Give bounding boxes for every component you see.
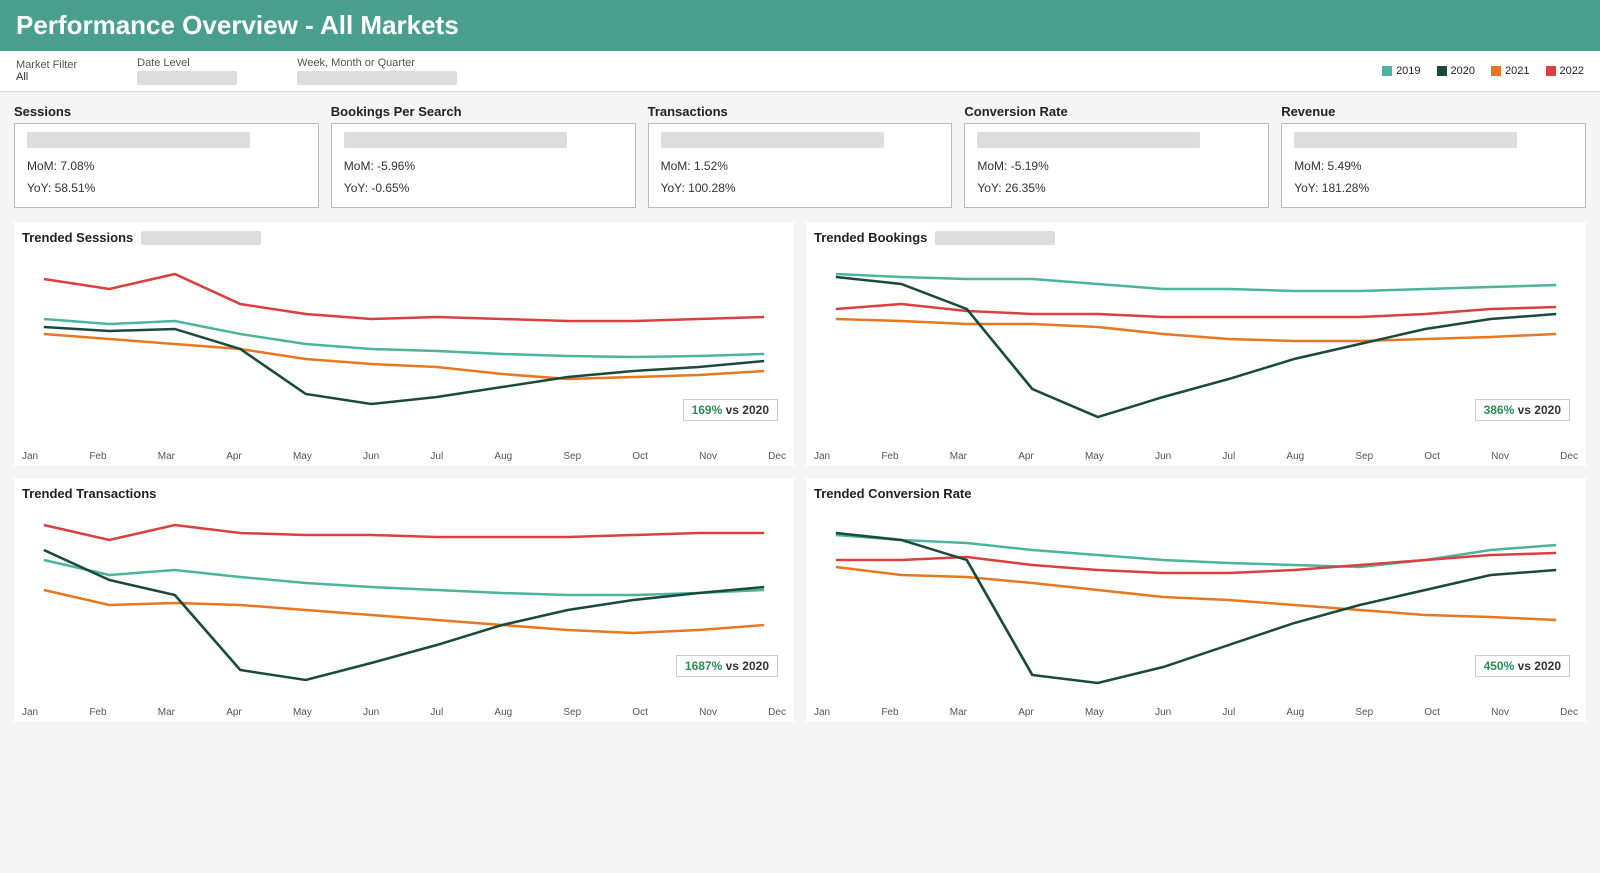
chart-trended-transactions: Trended Transactions 1687% vs 2020 JanFe… xyxy=(14,478,794,722)
kpi-transactions-yoy: YoY: 100.28% xyxy=(661,178,940,200)
chart-transactions-title: Trended Transactions xyxy=(22,486,786,501)
legend-label-2022: 2022 xyxy=(1560,65,1584,77)
kpi-sessions-mom: MoM: 7.08% xyxy=(27,156,306,178)
market-filter[interactable]: Market Filter All xyxy=(16,59,77,83)
kpi-transactions: Transactions MoM: 1.52% YoY: 100.28% xyxy=(648,104,953,208)
kpi-sessions: Sessions MoM: 7.08% YoY: 58.51% xyxy=(14,104,319,208)
legend-2019: 2019 xyxy=(1382,65,1420,77)
legend-2022: 2022 xyxy=(1546,65,1584,77)
chart-sessions-xaxis: JanFebMarAprMayJunJulAugSepOctNovDec xyxy=(22,449,786,462)
chart-sessions-badge-pct: 169% xyxy=(692,403,723,417)
chart-conversion-badge-pct: 450% xyxy=(1484,659,1515,673)
kpi-sessions-value-bar xyxy=(27,132,250,148)
chart-bookings-badge-text: vs 2020 xyxy=(1518,403,1561,417)
legend-label-2019: 2019 xyxy=(1396,65,1420,77)
chart-sessions-badge-text: vs 2020 xyxy=(726,403,769,417)
chart-sessions-badge: 169% vs 2020 xyxy=(683,399,778,421)
chart-bookings-badge-pct: 386% xyxy=(1484,403,1515,417)
chart-conversion-svg xyxy=(814,505,1578,705)
date-level-filter[interactable]: Date Level xyxy=(137,57,237,85)
kpi-revenue-title: Revenue xyxy=(1281,104,1586,119)
chart-bookings-svg xyxy=(814,249,1578,449)
legend-2021: 2021 xyxy=(1491,65,1529,77)
chart-transactions-svg xyxy=(22,505,786,705)
kpi-conversion-rate: Conversion Rate MoM: -5.19% YoY: 26.35% xyxy=(964,104,1269,208)
chart-conversion-container: 450% vs 2020 xyxy=(814,505,1578,705)
legend-dot-2020 xyxy=(1437,66,1447,76)
chart-sessions-title-bar xyxy=(141,231,261,245)
chart-bookings-title: Trended Bookings xyxy=(814,230,1578,245)
page-title: Performance Overview - All Markets xyxy=(16,10,1584,41)
chart-sessions-container: 169% vs 2020 xyxy=(22,249,786,449)
chart-trended-bookings: Trended Bookings 386% vs 2020 JanFebMarA… xyxy=(806,222,1586,466)
legend-dot-2021 xyxy=(1491,66,1501,76)
chart-conversion-title: Trended Conversion Rate xyxy=(814,486,1578,501)
kpi-conversion-value-bar xyxy=(977,132,1200,148)
charts-area: Trended Sessions 169% vs 2020 JanFebMarA… xyxy=(0,216,1600,728)
market-filter-label: Market Filter xyxy=(16,59,77,71)
date-level-slicer[interactable] xyxy=(137,71,237,85)
chart-conversion-badge: 450% vs 2020 xyxy=(1475,655,1570,677)
chart-transactions-badge: 1687% vs 2020 xyxy=(676,655,778,677)
chart-conversion-xaxis: JanFebMarAprMayJunJulAugSepOctNovDec xyxy=(814,705,1578,718)
chart-conversion-badge-text: vs 2020 xyxy=(1518,659,1561,673)
kpi-sessions-yoy: YoY: 58.51% xyxy=(27,178,306,200)
market-filter-value: All xyxy=(16,71,77,83)
kpi-bookings-per-search-box: MoM: -5.96% YoY: -0.65% xyxy=(331,123,636,208)
kpi-conversion-mom: MoM: -5.19% xyxy=(977,156,1256,178)
chart-transactions-badge-text: vs 2020 xyxy=(726,659,769,673)
filters-bar: Market Filter All Date Level Week, Month… xyxy=(0,51,1600,92)
chart-bookings-title-bar xyxy=(935,231,1055,245)
page-header: Performance Overview - All Markets xyxy=(0,0,1600,51)
legend-dot-2019 xyxy=(1382,66,1392,76)
chart-trended-conversion: Trended Conversion Rate 450% vs 2020 Jan… xyxy=(806,478,1586,722)
chart-transactions-container: 1687% vs 2020 xyxy=(22,505,786,705)
kpi-revenue-box: MoM: 5.49% YoY: 181.28% xyxy=(1281,123,1586,208)
week-month-slicer[interactable] xyxy=(297,71,457,85)
chart-sessions-svg xyxy=(22,249,786,449)
kpi-bookings-value-bar xyxy=(344,132,567,148)
chart-transactions-badge-pct: 1687% xyxy=(685,659,722,673)
legend-dot-2022 xyxy=(1546,66,1556,76)
kpi-transactions-value-bar xyxy=(661,132,884,148)
kpi-bookings-per-search-title: Bookings Per Search xyxy=(331,104,636,119)
kpi-revenue: Revenue MoM: 5.49% YoY: 181.28% xyxy=(1281,104,1586,208)
kpi-transactions-box: MoM: 1.52% YoY: 100.28% xyxy=(648,123,953,208)
chart-transactions-xaxis: JanFebMarAprMayJunJulAugSepOctNovDec xyxy=(22,705,786,718)
week-month-label: Week, Month or Quarter xyxy=(297,57,457,69)
chart-bookings-container: 386% vs 2020 xyxy=(814,249,1578,449)
chart-bookings-xaxis: JanFebMarAprMayJunJulAugSepOctNovDec xyxy=(814,449,1578,462)
kpi-conversion-box: MoM: -5.19% YoY: 26.35% xyxy=(964,123,1269,208)
kpi-bookings-mom: MoM: -5.96% xyxy=(344,156,623,178)
kpi-revenue-mom: MoM: 5.49% xyxy=(1294,156,1573,178)
kpi-revenue-yoy: YoY: 181.28% xyxy=(1294,178,1573,200)
week-month-filter[interactable]: Week, Month or Quarter xyxy=(297,57,457,85)
kpi-bookings-per-search: Bookings Per Search MoM: -5.96% YoY: -0.… xyxy=(331,104,636,208)
legend-label-2020: 2020 xyxy=(1451,65,1475,77)
kpi-sessions-title: Sessions xyxy=(14,104,319,119)
chart-legend: 2019 2020 2021 2022 xyxy=(1382,65,1584,77)
kpi-sessions-box: MoM: 7.08% YoY: 58.51% xyxy=(14,123,319,208)
kpi-transactions-mom: MoM: 1.52% xyxy=(661,156,940,178)
kpi-transactions-title: Transactions xyxy=(648,104,953,119)
kpi-revenue-value-bar xyxy=(1294,132,1517,148)
kpi-conversion-title: Conversion Rate xyxy=(964,104,1269,119)
chart-trended-sessions: Trended Sessions 169% vs 2020 JanFebMarA… xyxy=(14,222,794,466)
chart-bookings-badge: 386% vs 2020 xyxy=(1475,399,1570,421)
kpi-bookings-yoy: YoY: -0.65% xyxy=(344,178,623,200)
kpi-conversion-yoy: YoY: 26.35% xyxy=(977,178,1256,200)
kpi-row: Sessions MoM: 7.08% YoY: 58.51% Bookings… xyxy=(0,92,1600,216)
chart-sessions-title: Trended Sessions xyxy=(22,230,786,245)
date-level-label: Date Level xyxy=(137,57,237,69)
legend-label-2021: 2021 xyxy=(1505,65,1529,77)
legend-2020: 2020 xyxy=(1437,65,1475,77)
